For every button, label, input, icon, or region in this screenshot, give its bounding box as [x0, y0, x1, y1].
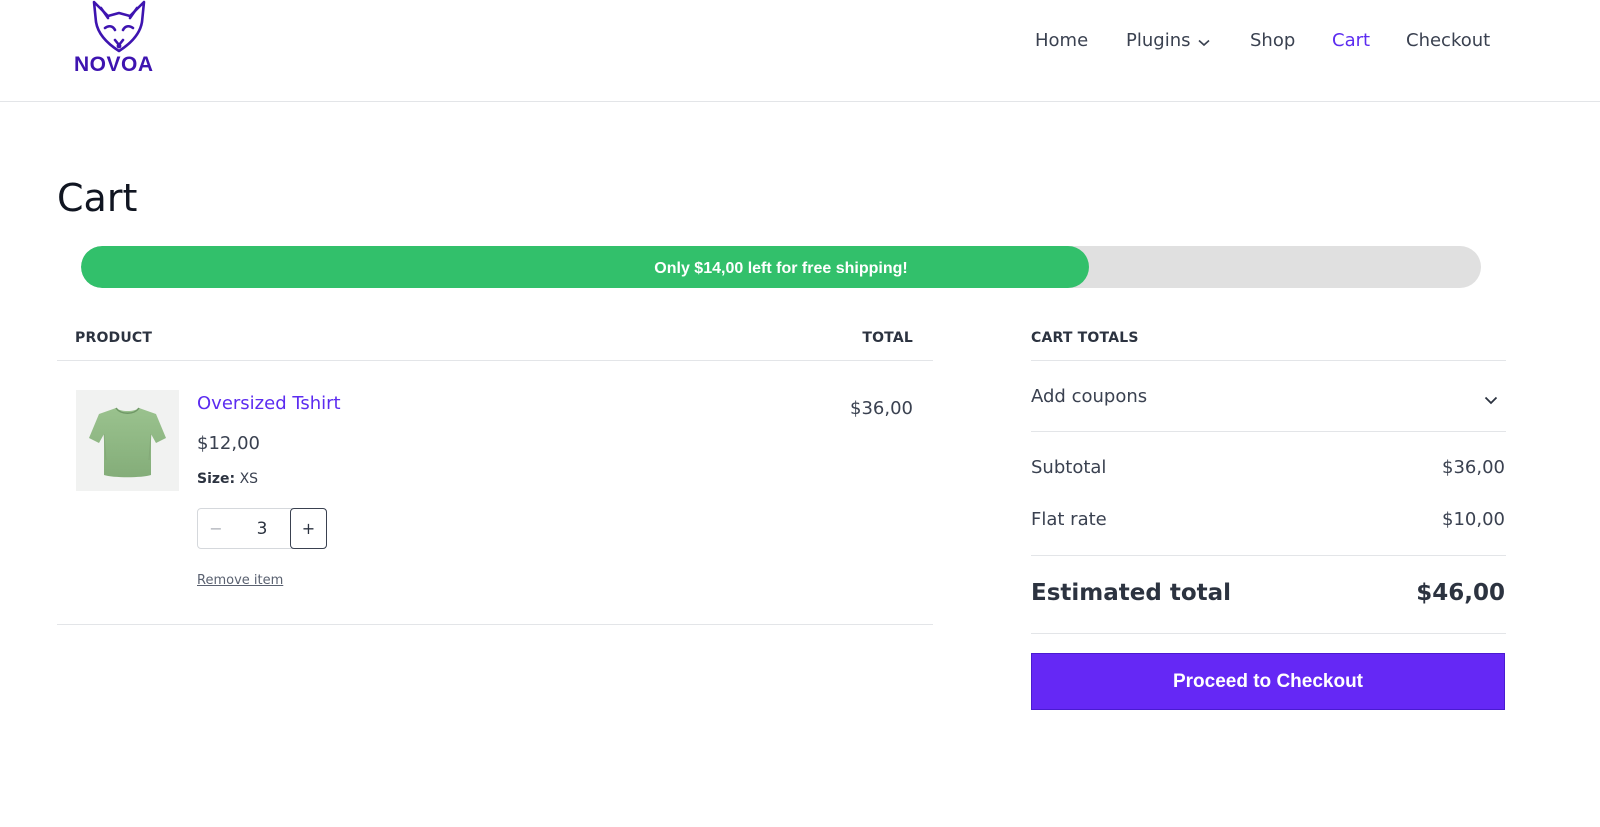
- site-header: NOVOA Home Plugins Shop Cart Checkout: [0, 0, 1600, 102]
- shipping-progress-bar: Only $14,00 left for free shipping!: [81, 246, 1481, 288]
- chevron-down-icon: [1484, 390, 1498, 409]
- add-coupons-toggle[interactable]: Add coupons: [1031, 374, 1506, 418]
- quantity-increase-button[interactable]: +: [290, 508, 327, 549]
- estimated-divider: [1031, 633, 1506, 634]
- coupon-divider: [1031, 431, 1506, 432]
- quantity-stepper: − +: [197, 508, 327, 549]
- cart-totals-header: CART TOTALS: [1031, 330, 1139, 346]
- remove-item-link[interactable]: Remove item: [197, 573, 283, 588]
- product-column-header: PRODUCT: [75, 330, 153, 346]
- product-size-label: Size:: [197, 471, 236, 487]
- flat-rate-value: $10,00: [1442, 509, 1505, 530]
- totals-divider: [1031, 555, 1506, 556]
- nav-home[interactable]: Home: [1035, 30, 1088, 51]
- brand-name: NOVOA: [74, 53, 154, 76]
- subtotal-value: $36,00: [1442, 457, 1505, 478]
- product-size-value: XS: [239, 471, 259, 487]
- totals-header-divider: [1031, 360, 1506, 361]
- estimated-total-label: Estimated total: [1031, 580, 1232, 606]
- shipping-progress-message: Only $14,00 left for free shipping!: [654, 260, 908, 277]
- subtotal-label: Subtotal: [1031, 457, 1107, 478]
- nav-plugins-label: Plugins: [1126, 30, 1191, 51]
- line-total: $36,00: [850, 398, 913, 419]
- total-column-header: TOTAL: [862, 330, 913, 346]
- table-bottom-divider: [57, 624, 933, 625]
- chevron-down-icon: [1198, 31, 1211, 52]
- flat-rate-label: Flat rate: [1031, 509, 1107, 530]
- nav-shop[interactable]: Shop: [1250, 30, 1295, 51]
- nav-checkout[interactable]: Checkout: [1406, 30, 1490, 51]
- brand-logo[interactable]: NOVOA: [74, 0, 164, 80]
- quantity-input[interactable]: [234, 509, 290, 548]
- product-size: Size: XS: [197, 471, 258, 487]
- page-title: Cart: [57, 176, 138, 220]
- fox-logo-icon: [92, 0, 146, 53]
- proceed-to-checkout-button[interactable]: Proceed to Checkout: [1031, 653, 1505, 710]
- estimated-total-value: $46,00: [1416, 580, 1505, 606]
- product-thumbnail[interactable]: [76, 390, 179, 491]
- nav-cart[interactable]: Cart: [1332, 30, 1370, 51]
- table-header-divider: [57, 360, 933, 361]
- tshirt-image: [89, 407, 166, 478]
- add-coupons-label: Add coupons: [1031, 386, 1148, 407]
- product-unit-price: $12,00: [197, 433, 260, 454]
- quantity-decrease-button[interactable]: −: [198, 509, 234, 548]
- product-name-link[interactable]: Oversized Tshirt: [197, 393, 341, 414]
- nav-plugins[interactable]: Plugins: [1126, 30, 1211, 52]
